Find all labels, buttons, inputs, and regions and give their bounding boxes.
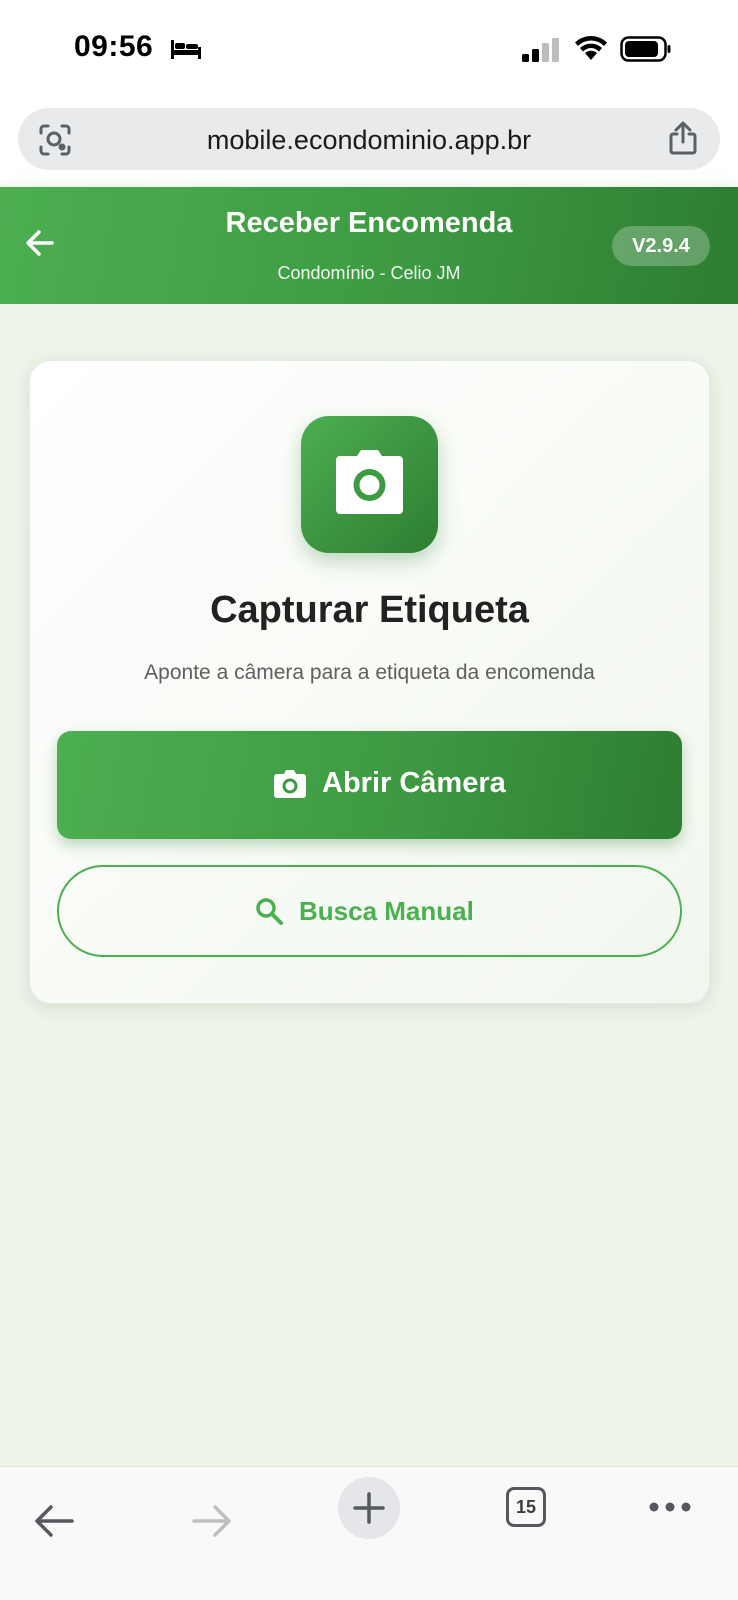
signal-icon: [522, 38, 559, 62]
share-icon[interactable]: [668, 120, 698, 156]
main-content: Capturar Etiqueta Aponte a câmera para a…: [0, 304, 738, 1466]
battery-icon: [620, 36, 671, 62]
search-icon: [256, 898, 283, 925]
page-subtitle: Condomínio - Celio JM: [277, 263, 461, 283]
url-text[interactable]: mobile.econdominio.app.br: [18, 125, 720, 156]
open-camera-label: Abrir Câmera: [322, 767, 506, 799]
bed-icon: [171, 40, 201, 59]
version-badge: V2.9.4: [612, 226, 710, 266]
open-camera-button[interactable]: Abrir Câmera: [57, 731, 682, 839]
wifi-icon: [575, 36, 607, 60]
back-icon[interactable]: [34, 1504, 74, 1538]
plus-icon: [353, 1492, 385, 1524]
camera-icon: [336, 450, 403, 514]
status-bar: 09:56: [0, 0, 738, 100]
address-bar[interactable]: mobile.econdominio.app.br: [18, 108, 720, 170]
camera-icon: [274, 770, 306, 798]
status-time: 09:56: [74, 30, 154, 63]
more-icon[interactable]: [648, 1501, 692, 1513]
card-subtitle: Aponte a câmera para a etiqueta da encom…: [144, 661, 595, 684]
forward-icon[interactable]: [192, 1504, 232, 1538]
manual-search-button[interactable]: Busca Manual: [57, 865, 682, 957]
card-title: Capturar Etiqueta: [210, 589, 529, 631]
tabs-count-button[interactable]: 15: [506, 1487, 546, 1527]
app-header: Receber Encomenda Condomínio - Celio JM …: [0, 187, 738, 304]
manual-search-label: Busca Manual: [299, 896, 474, 926]
new-tab-button[interactable]: [338, 1477, 400, 1539]
browser-toolbar: 15: [0, 1466, 738, 1600]
capture-card: Capturar Etiqueta Aponte a câmera para a…: [29, 360, 710, 1004]
camera-tile: [301, 416, 438, 553]
